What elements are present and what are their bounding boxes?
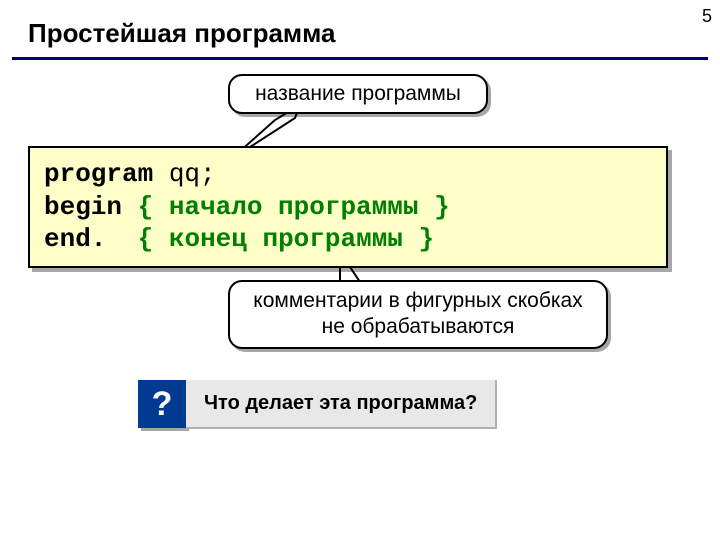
brace-close-2: }	[403, 224, 434, 254]
comment-end: конец программы	[169, 224, 403, 254]
page-title: Простейшая программа	[0, 0, 720, 57]
callout-bottom-line1: комментарии в фигурных скобках	[253, 289, 582, 312]
question-text: Что делает эта программа?	[186, 380, 497, 429]
kw-begin: begin	[44, 192, 122, 222]
brace-close-1: }	[418, 192, 449, 222]
code-line1-rest: qq;	[153, 159, 215, 189]
callout-top-text: название программы	[255, 82, 461, 105]
comment-begin: начало программы	[169, 192, 419, 222]
question-badge: ?	[138, 380, 186, 428]
brace-open-1: {	[122, 192, 169, 222]
callout-program-name: название программы	[228, 74, 488, 114]
kw-program: program	[44, 159, 153, 189]
code-block: program qq; begin { начало программы } e…	[28, 146, 668, 268]
code-pad	[106, 224, 137, 254]
callout-bottom-line2: не обрабатываются	[322, 315, 515, 338]
kw-end: end.	[44, 224, 106, 254]
question-row: ? Что делает эта программа?	[138, 380, 497, 429]
page-number: 5	[702, 6, 712, 27]
brace-open-2: {	[138, 224, 169, 254]
callout-comments: комментарии в фигурных скобках не обраба…	[228, 280, 608, 349]
content-stage: название программы program qq; begin { н…	[0, 60, 720, 500]
